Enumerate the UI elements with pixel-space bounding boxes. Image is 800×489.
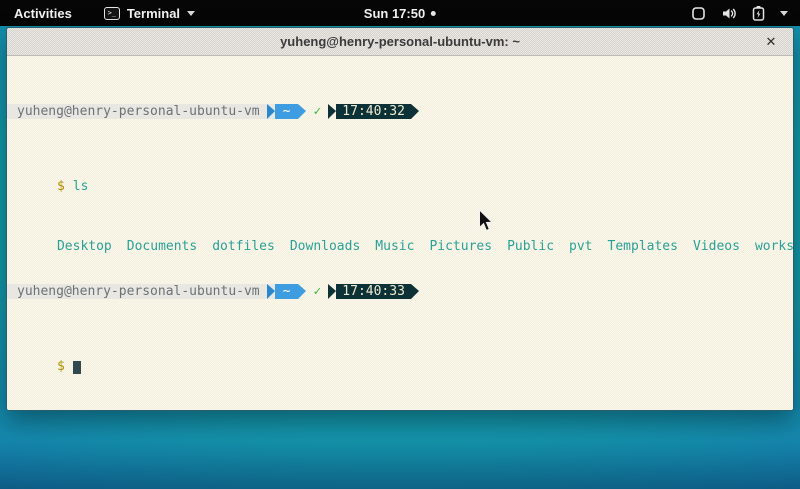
current-prompt-line: $ — [7, 344, 793, 359]
command-text: ls — [73, 179, 89, 194]
display-icon — [691, 6, 706, 21]
powerline-separator-icon — [267, 284, 275, 299]
powerline-separator-icon — [267, 104, 275, 119]
battery-charging-icon — [752, 5, 765, 21]
prompt-directory: ~ — [275, 284, 299, 299]
directory-name: Desktop — [57, 239, 112, 254]
directory-name: Public — [507, 239, 554, 254]
directory-name: dotfiles — [212, 239, 275, 254]
directory-name: Pictures — [429, 239, 492, 254]
powerline-separator-icon — [328, 284, 336, 299]
command-line: $ls — [7, 164, 793, 179]
directory-name: Downloads — [290, 239, 360, 254]
activities-button[interactable]: Activities — [10, 6, 76, 21]
volume-icon — [721, 6, 737, 21]
terminal-viewport[interactable]: yuheng@henry-personal-ubuntu-vm ~ ✓ 17:4… — [7, 56, 793, 410]
app-menu-terminal[interactable]: >_ Terminal — [104, 6, 195, 21]
powerline-separator-icon — [411, 104, 419, 119]
prompt-time: 17:40:33 — [336, 284, 411, 299]
close-icon[interactable]: ✕ — [762, 33, 780, 51]
directory-name: pvt — [569, 239, 592, 254]
ls-output-line: DesktopDocumentsdotfilesDownloadsMusicPi… — [7, 224, 793, 239]
prompt-line: yuheng@henry-personal-ubuntu-vm ~ ✓ 17:4… — [7, 284, 793, 299]
directory-name: Videos — [693, 239, 740, 254]
top-bar: Activities >_ Terminal Sun 17:50 — [0, 0, 800, 26]
window-titlebar[interactable]: yuheng@henry-personal-ubuntu-vm: ~ ✕ — [7, 28, 793, 56]
terminal-app-icon: >_ — [104, 7, 120, 20]
chevron-down-icon — [780, 11, 788, 16]
prompt-user: yuheng@henry-personal-ubuntu-vm — [7, 284, 267, 299]
clock-button[interactable]: Sun 17:50 — [364, 0, 436, 26]
prompt-symbol: $ — [57, 359, 65, 374]
app-menu-label: Terminal — [127, 6, 180, 21]
prompt-directory: ~ — [275, 104, 299, 119]
status-check-icon: ✓ — [306, 284, 327, 299]
directory-name: workspace — [755, 239, 794, 254]
notification-dot-icon — [431, 11, 436, 16]
terminal-window: yuheng@henry-personal-ubuntu-vm: ~ ✕ yuh… — [6, 27, 794, 411]
directory-name: Templates — [608, 239, 678, 254]
mouse-pointer-icon — [478, 209, 494, 233]
prompt-user: yuheng@henry-personal-ubuntu-vm — [7, 104, 267, 119]
prompt-line: yuheng@henry-personal-ubuntu-vm ~ ✓ 17:4… — [7, 104, 793, 119]
terminal-cursor — [73, 361, 81, 374]
powerline-separator-icon — [298, 284, 306, 299]
powerline-separator-icon — [328, 104, 336, 119]
status-check-icon: ✓ — [306, 104, 327, 119]
clock-label: Sun 17:50 — [364, 6, 425, 21]
prompt-time: 17:40:32 — [336, 104, 411, 119]
directory-name: Documents — [127, 239, 197, 254]
directory-name: Music — [375, 239, 414, 254]
prompt-symbol: $ — [57, 179, 65, 194]
window-title: yuheng@henry-personal-ubuntu-vm: ~ — [280, 34, 520, 49]
chevron-down-icon — [187, 11, 195, 16]
powerline-separator-icon — [298, 104, 306, 119]
system-status-menu[interactable] — [691, 5, 788, 21]
powerline-separator-icon — [411, 284, 419, 299]
